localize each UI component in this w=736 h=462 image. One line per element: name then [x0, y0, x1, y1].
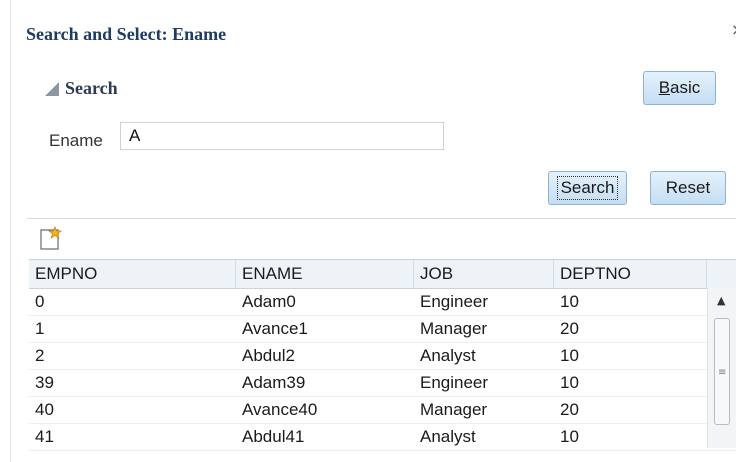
cell-empno: 41 [35, 427, 54, 446]
vertical-scrollbar[interactable]: ▲ ≡ [707, 288, 736, 448]
cell-job: Manager [420, 400, 488, 419]
cell-deptno: 10 [560, 427, 579, 446]
cell-empno: 2 [35, 346, 45, 365]
table-header: EMPNO ENAME JOB DEPTNO [29, 259, 736, 289]
cell-job: Engineer [420, 373, 489, 392]
table-row[interactable]: 41 Abdul41 Analyst 10 [29, 424, 736, 451]
basic-button[interactable]: Basic [643, 71, 716, 105]
cell-ename: Avance40 [242, 400, 318, 419]
cell-deptno: 20 [560, 319, 579, 338]
cell-empno: 0 [35, 292, 45, 311]
table-row[interactable]: 40 Avance40 Manager 20 [29, 397, 736, 424]
cell-deptno: 10 [560, 373, 579, 392]
close-icon[interactable]: × [731, 20, 736, 39]
cell-job: Analyst [420, 346, 476, 365]
cell-empno: 1 [35, 319, 45, 338]
scroll-grip-icon: ≡ [718, 367, 727, 378]
cell-empno: 40 [35, 400, 54, 419]
cell-ename: Adam0 [242, 292, 296, 311]
cell-ename: Abdul41 [242, 427, 305, 446]
search-select-dialog: Search and Select: Ename × Search Basic … [10, 0, 736, 462]
basic-label-rest: asic [670, 78, 701, 97]
new-record-icon[interactable] [40, 226, 62, 250]
search-button[interactable]: Search [548, 171, 627, 205]
cell-deptno: 20 [560, 400, 579, 419]
col-header-spacer [707, 260, 736, 288]
ename-input[interactable] [120, 122, 444, 150]
cell-ename: Avance1 [242, 319, 308, 338]
search-button-label: Search [556, 176, 619, 200]
col-header-ename[interactable]: ENAME [236, 260, 414, 288]
col-header-deptno[interactable]: DEPTNO [554, 260, 707, 288]
cell-job: Analyst [420, 427, 476, 446]
table-row[interactable]: 2 Abdul2 Analyst 10 [29, 343, 736, 370]
results-table: EMPNO ENAME JOB DEPTNO 0 Adam0 Engineer … [29, 259, 736, 451]
col-header-empno[interactable]: EMPNO [29, 260, 236, 288]
ename-label: Ename [49, 131, 103, 150]
table-row[interactable]: 0 Adam0 Engineer 10 [29, 289, 736, 316]
cell-ename: Adam39 [242, 373, 306, 392]
search-section-header[interactable]: Search [45, 78, 118, 99]
cell-ename: Abdul2 [242, 346, 295, 365]
table-row[interactable]: 39 Adam39 Engineer 10 [29, 370, 736, 397]
cell-deptno: 10 [560, 346, 579, 365]
cell-empno: 39 [35, 373, 54, 392]
scroll-up-arrow-icon[interactable]: ▲ [717, 294, 725, 307]
cell-job: Manager [420, 319, 488, 338]
collapse-triangle-icon[interactable] [45, 81, 59, 96]
table-row[interactable]: 1 Avance1 Manager 20 [29, 316, 736, 343]
search-section-title: Search [65, 78, 118, 98]
col-header-job[interactable]: JOB [414, 260, 554, 288]
reset-button[interactable]: Reset [650, 171, 726, 205]
toolbar-divider [27, 218, 736, 219]
dialog-title: Search and Select: Ename [26, 24, 227, 44]
basic-accesskey: B [658, 78, 671, 97]
cell-job: Engineer [420, 292, 489, 311]
scrollbar-thumb[interactable]: ≡ [714, 318, 730, 425]
cell-deptno: 10 [560, 292, 579, 311]
